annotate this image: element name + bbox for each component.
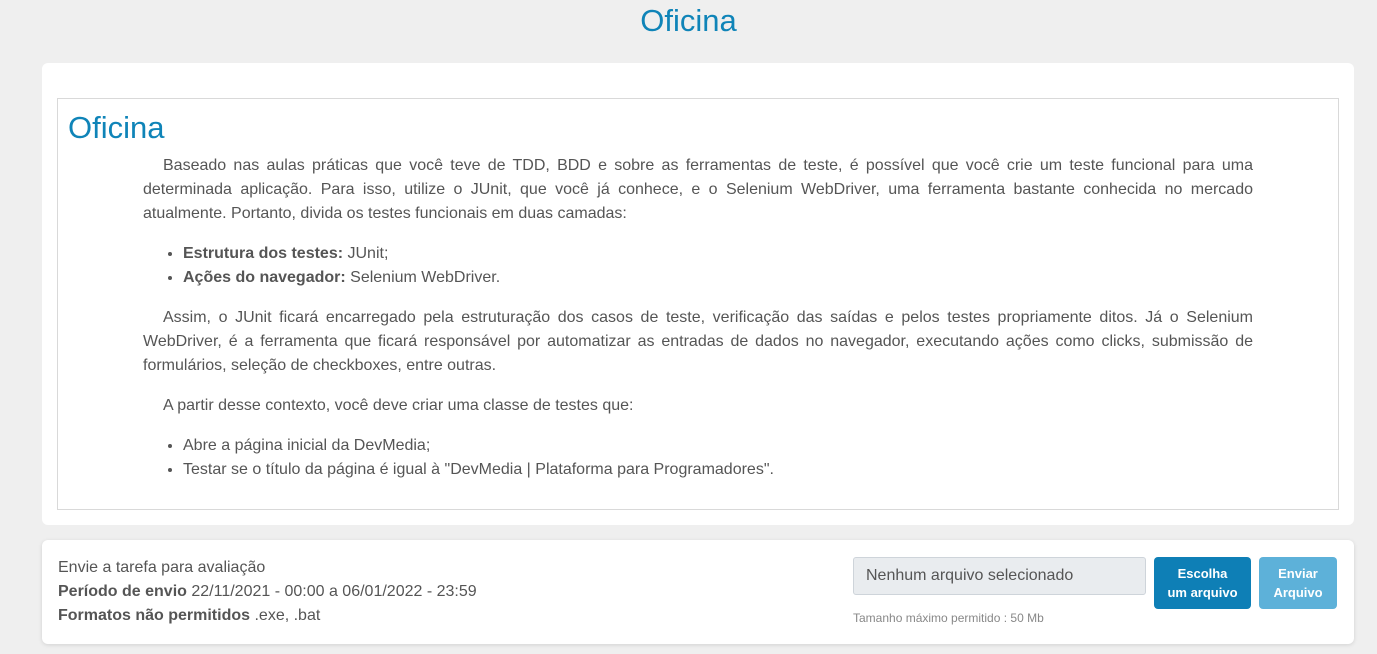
layers-list: Estrutura dos testes: JUnit; Ações do na… xyxy=(143,242,1253,290)
send-file-label-line2: Arquivo xyxy=(1273,585,1323,600)
choose-file-label-line2: um arquivo xyxy=(1167,585,1238,600)
period-label: Período de envio xyxy=(58,583,187,600)
submission-info: Envie a tarefa para avaliação Período de… xyxy=(58,556,477,628)
list-item: Estrutura dos testes: JUnit; xyxy=(183,242,1253,266)
choose-file-label-line1: Escolha xyxy=(1177,566,1228,581)
file-name-display[interactable]: Nenhum arquivo selecionado xyxy=(853,557,1146,595)
content-card: Oficina Baseado nas aulas práticas que v… xyxy=(42,63,1354,525)
content-title: Oficina xyxy=(68,110,165,145)
list-item-label: Ações do navegador: xyxy=(183,269,346,286)
send-file-label-line1: Enviar xyxy=(1278,566,1318,581)
list-item: Testar se o título da página é igual à "… xyxy=(183,458,1253,482)
send-file-button[interactable]: Enviar Arquivo xyxy=(1259,557,1337,609)
tasks-list: Abre a página inicial da DevMedia; Testa… xyxy=(143,434,1253,482)
submission-heading: Envie a tarefa para avaliação xyxy=(58,559,266,576)
list-item-value: Selenium WebDriver. xyxy=(345,269,501,286)
content-frame: Oficina Baseado nas aulas práticas que v… xyxy=(57,98,1339,510)
formats-label: Formatos não permitidos xyxy=(58,607,251,624)
list-item: Abre a página inicial da DevMedia; xyxy=(183,434,1253,458)
formats-value: .exe, .bat xyxy=(250,607,321,624)
size-limit-hint: Tamanho máximo permitido : 50 Mb xyxy=(853,611,1044,625)
submission-period: Período de envio 22/11/2021 - 00:00 a 06… xyxy=(58,580,477,604)
page-title: Oficina xyxy=(640,3,737,38)
content-body: Baseado nas aulas práticas que você teve… xyxy=(143,154,1253,498)
list-item: Ações do navegador: Selenium WebDriver. xyxy=(183,266,1253,290)
intro-paragraph: Baseado nas aulas práticas que você teve… xyxy=(143,157,1253,222)
submission-formats: Formatos não permitidos .exe, .bat xyxy=(58,604,477,628)
submission-card: Envie a tarefa para avaliação Período de… xyxy=(42,540,1354,644)
list-item-label: Estrutura dos testes: xyxy=(183,245,344,262)
choose-file-button[interactable]: Escolha um arquivo xyxy=(1154,557,1251,609)
period-value: 22/11/2021 - 00:00 a 06/01/2022 - 23:59 xyxy=(186,583,477,600)
list-item-value: JUnit; xyxy=(343,245,389,262)
explanation-paragraph: Assim, o JUnit ficará encarregado pela e… xyxy=(143,309,1253,374)
context-paragraph: A partir desse contexto, você deve criar… xyxy=(163,397,634,414)
